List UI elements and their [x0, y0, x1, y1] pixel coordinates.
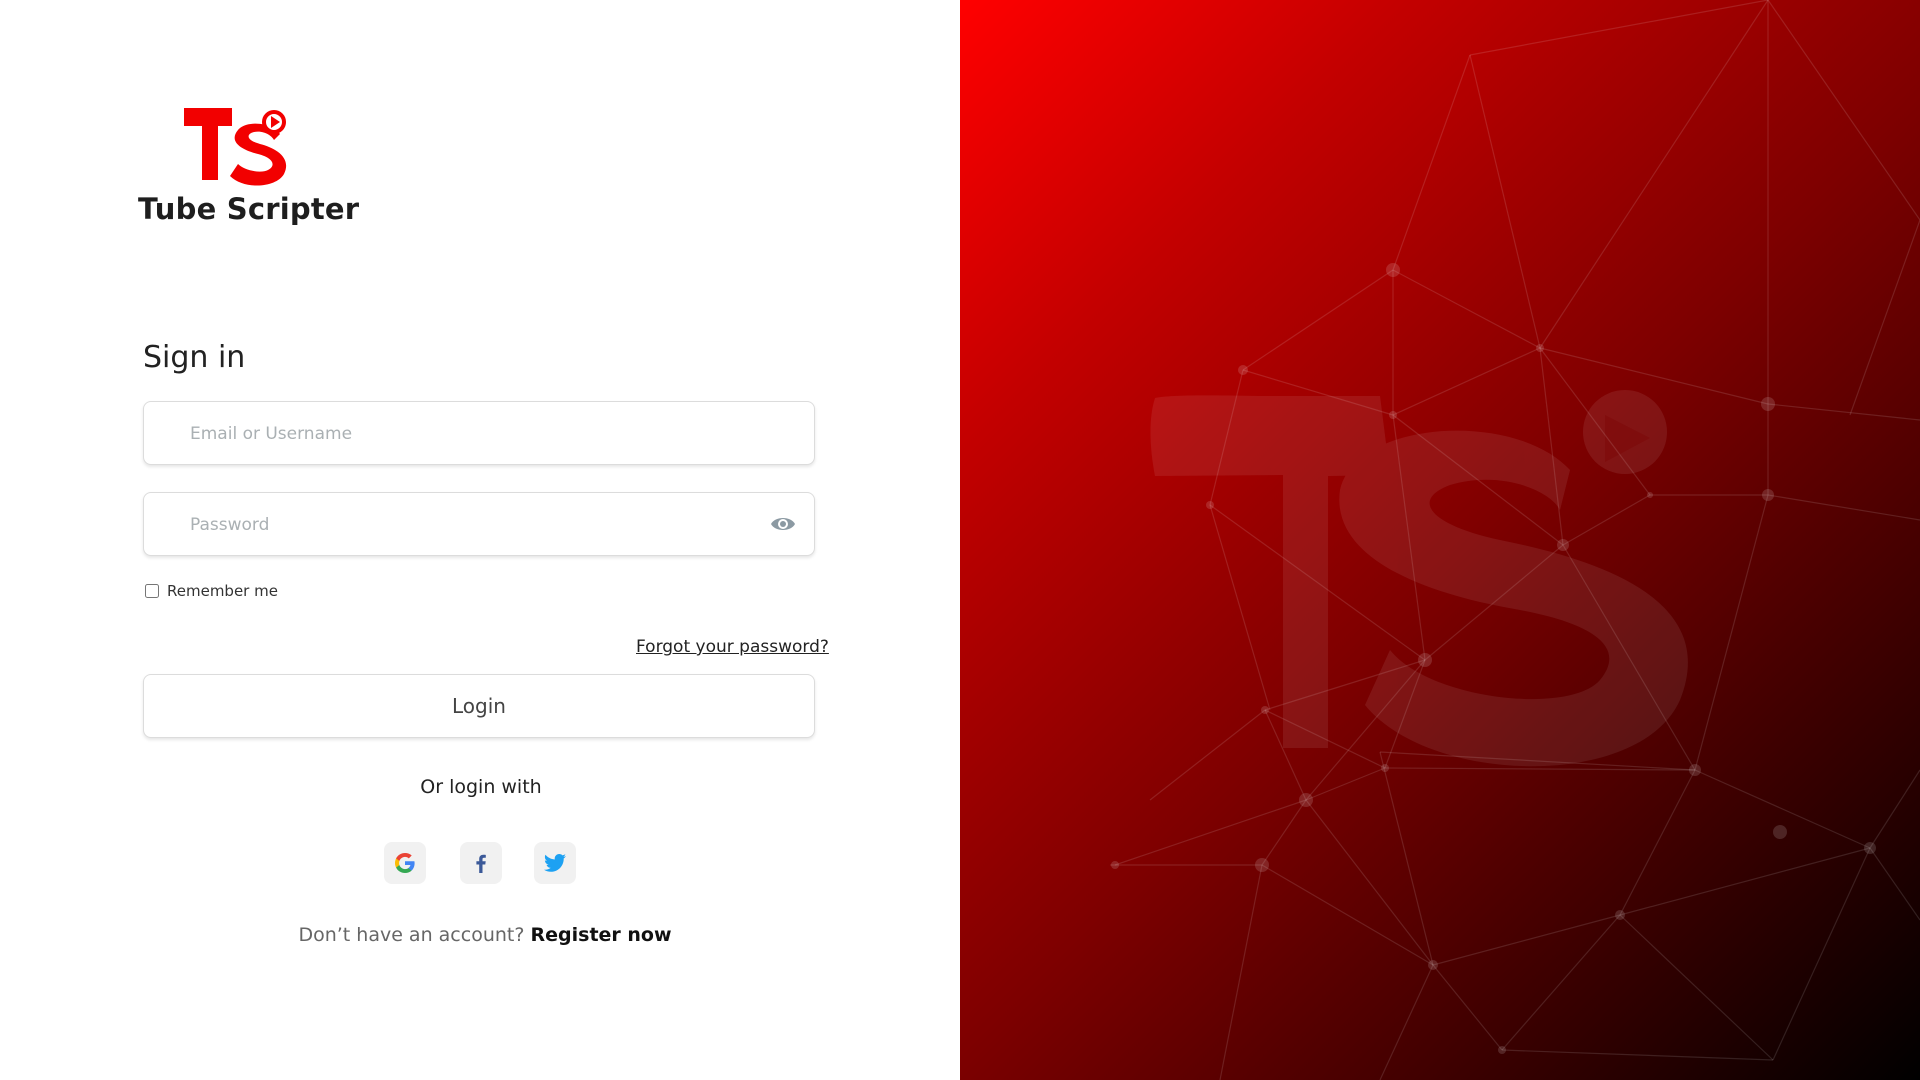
logo: Tube Scripter [136, 108, 359, 238]
register-row: Don’t have an account? Register now [0, 924, 970, 946]
forgot-password-link[interactable]: Forgot your password? [636, 637, 829, 657]
eye-icon[interactable] [770, 513, 796, 535]
network-nodes [1111, 263, 1876, 1054]
page-title: Sign in [143, 340, 246, 375]
twitter-login-button[interactable] [534, 842, 576, 884]
email-input[interactable] [188, 402, 752, 466]
facebook-icon [476, 854, 486, 873]
remember-me[interactable]: Remember me [145, 582, 278, 600]
password-input[interactable] [188, 493, 752, 557]
logo-text: Tube Scripter [138, 192, 360, 226]
or-login-with-label: Or login with [420, 776, 542, 798]
facebook-login-button[interactable] [460, 842, 502, 884]
remember-checkbox[interactable] [145, 584, 159, 598]
login-panel: Tube Scripter Sign in Remember me Forgot… [0, 0, 960, 1080]
password-field[interactable] [143, 492, 815, 557]
email-field[interactable] [143, 401, 815, 466]
twitter-icon [544, 854, 566, 872]
brand-mark-icon [184, 108, 287, 186]
google-icon [395, 853, 415, 873]
network-background [1110, 0, 1920, 1080]
login-button[interactable]: Login [143, 674, 815, 738]
network-lines [1110, 0, 1920, 1080]
register-now-link[interactable]: Register now [531, 924, 672, 946]
google-login-button[interactable] [384, 842, 426, 884]
hero-panel [960, 0, 1920, 1080]
remember-label: Remember me [167, 582, 278, 600]
register-prompt: Don’t have an account? [298, 924, 525, 946]
